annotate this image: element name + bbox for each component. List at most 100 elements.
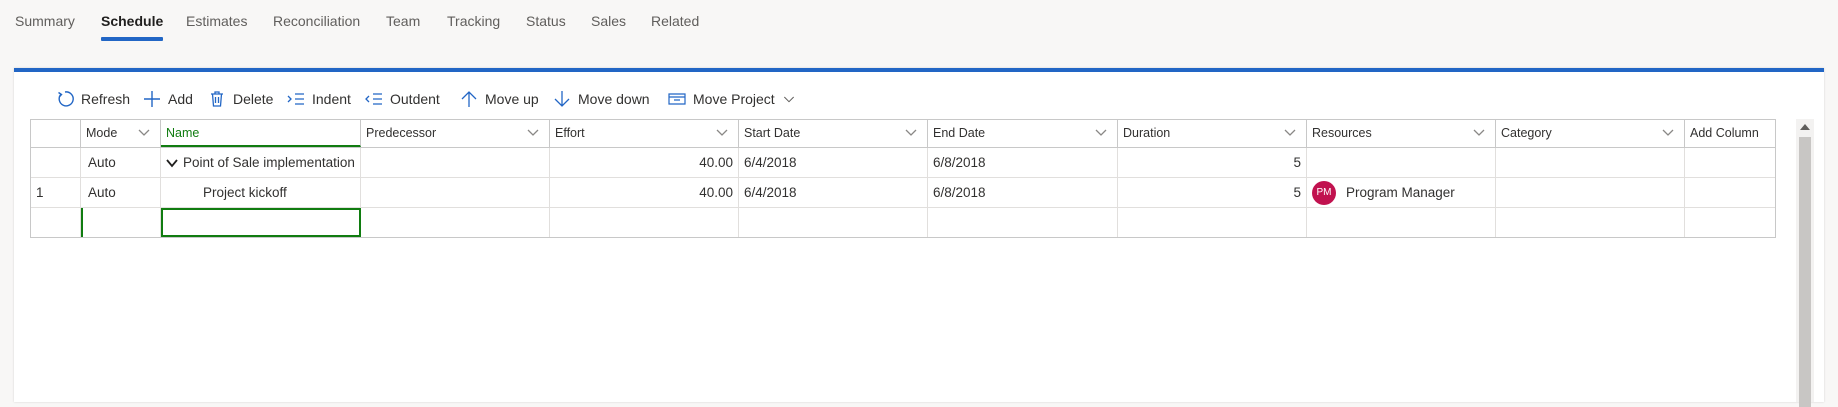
tab-tracking[interactable]: Tracking xyxy=(447,11,500,31)
arrow-up-icon xyxy=(461,91,477,107)
category-cell[interactable] xyxy=(1496,208,1685,237)
header-end-date[interactable]: End Date xyxy=(928,120,1118,147)
move-down-button[interactable]: Move down xyxy=(553,87,650,111)
chevron-down-icon[interactable] xyxy=(1473,128,1485,138)
header-end-date-label: End Date xyxy=(933,126,986,140)
row-index: 1 xyxy=(31,178,81,207)
move-up-label: Move up xyxy=(485,91,539,107)
category-cell[interactable] xyxy=(1496,148,1685,177)
refresh-button[interactable]: Refresh xyxy=(56,87,130,111)
trash-icon xyxy=(211,91,223,107)
outdent-button[interactable]: Outdent xyxy=(365,87,440,111)
outdent-label: Outdent xyxy=(390,91,440,107)
header-mode[interactable]: Mode xyxy=(81,120,161,147)
start-date-cell[interactable]: 6/4/2018 xyxy=(739,148,928,177)
header-index-cell xyxy=(31,120,81,147)
header-category-label: Category xyxy=(1501,126,1552,140)
task-name: Project kickoff xyxy=(203,185,287,200)
add-button[interactable]: Add xyxy=(143,87,193,111)
name-cell[interactable]: Point of Sale implementation xyxy=(161,148,361,177)
indent-label: Indent xyxy=(312,91,351,107)
row-index xyxy=(31,208,81,237)
task-name: Point of Sale implementation xyxy=(183,155,355,170)
tab-sales[interactable]: Sales xyxy=(591,11,626,31)
chevron-down-icon[interactable] xyxy=(716,128,728,138)
tab-estimates[interactable]: Estimates xyxy=(186,11,247,31)
move-project-button[interactable]: Move Project xyxy=(668,87,795,111)
row-index xyxy=(31,148,81,177)
grid-header-row: Mode Name Predecessor Effort Start Date … xyxy=(31,120,1775,148)
header-start-date-label: Start Date xyxy=(744,126,801,140)
duration-cell[interactable]: 5 xyxy=(1118,178,1307,207)
predecessor-cell[interactable] xyxy=(361,148,550,177)
tab-related[interactable]: Related xyxy=(651,11,699,31)
header-name[interactable]: Name xyxy=(161,120,361,147)
resources-cell[interactable]: PM Program Manager xyxy=(1307,178,1496,207)
tab-status[interactable]: Status xyxy=(526,11,566,31)
header-duration-label: Duration xyxy=(1123,126,1171,140)
schedule-grid: Mode Name Predecessor Effort Start Date … xyxy=(30,119,1776,238)
tab-summary[interactable]: Summary xyxy=(15,11,75,31)
header-predecessor[interactable]: Predecessor xyxy=(361,120,550,147)
delete-button[interactable]: Delete xyxy=(208,87,273,111)
move-down-label: Move down xyxy=(578,91,650,107)
chevron-down-icon[interactable] xyxy=(1284,128,1296,138)
effort-cell[interactable]: 40.00 xyxy=(550,178,739,207)
move-up-button[interactable]: Move up xyxy=(460,87,539,111)
indent-button[interactable]: Indent xyxy=(287,87,351,111)
chevron-down-icon[interactable] xyxy=(138,128,150,138)
new-task-name-input[interactable] xyxy=(161,208,361,237)
resource-name: Program Manager xyxy=(1346,185,1455,200)
mode-cell[interactable]: Auto xyxy=(81,148,161,177)
predecessor-cell[interactable] xyxy=(361,208,550,237)
tab-reconciliation[interactable]: Reconciliation xyxy=(273,11,360,31)
move-project-icon xyxy=(668,93,686,105)
duration-cell[interactable]: 5 xyxy=(1118,148,1307,177)
end-date-cell[interactable]: 6/8/2018 xyxy=(928,148,1118,177)
refresh-icon xyxy=(58,91,74,107)
effort-cell[interactable] xyxy=(550,208,739,237)
mode-cell[interactable] xyxy=(81,208,161,237)
header-resources-label: Resources xyxy=(1312,126,1372,140)
duration-cell[interactable] xyxy=(1118,208,1307,237)
add-column-cell xyxy=(1685,148,1773,177)
end-date-cell[interactable]: 6/8/2018 xyxy=(928,178,1118,207)
category-cell[interactable] xyxy=(1496,178,1685,207)
tab-team[interactable]: Team xyxy=(386,11,420,31)
add-column-cell xyxy=(1685,208,1773,237)
tab-schedule[interactable]: Schedule xyxy=(101,11,164,41)
header-predecessor-label: Predecessor xyxy=(366,126,437,140)
arrow-down-icon xyxy=(554,91,570,107)
header-start-date[interactable]: Start Date xyxy=(739,120,928,147)
resources-cell[interactable] xyxy=(1307,208,1496,237)
vertical-scrollbar[interactable] xyxy=(1796,119,1814,407)
chevron-down-icon[interactable] xyxy=(905,128,917,138)
table-row[interactable]: 1 Auto Project kickoff 40.00 6/4/2018 6/… xyxy=(31,178,1775,208)
chevron-down-icon[interactable] xyxy=(527,128,539,138)
header-resources[interactable]: Resources xyxy=(1307,120,1496,147)
delete-label: Delete xyxy=(233,91,274,107)
indent-icon xyxy=(287,93,304,105)
header-category[interactable]: Category xyxy=(1496,120,1685,147)
header-duration[interactable]: Duration xyxy=(1118,120,1307,147)
mode-cell[interactable]: Auto xyxy=(81,178,161,207)
table-row[interactable]: Auto Point of Sale implementation 40.00 … xyxy=(31,148,1775,178)
move-project-label: Move Project xyxy=(693,91,775,107)
scroll-up-icon[interactable] xyxy=(1800,123,1810,131)
predecessor-cell[interactable] xyxy=(361,178,550,207)
header-effort[interactable]: Effort xyxy=(550,120,739,147)
tab-bar: Summary Schedule Estimates Reconciliatio… xyxy=(0,0,1838,48)
chevron-down-icon[interactable] xyxy=(166,158,178,168)
effort-cell[interactable]: 40.00 xyxy=(550,148,739,177)
name-cell[interactable]: Project kickoff xyxy=(161,178,361,207)
end-date-cell[interactable] xyxy=(928,208,1118,237)
header-effort-label: Effort xyxy=(555,126,585,140)
new-task-row[interactable] xyxy=(31,208,1775,237)
header-add-column[interactable]: Add Column xyxy=(1685,120,1773,147)
start-date-cell[interactable]: 6/4/2018 xyxy=(739,178,928,207)
scrollbar-thumb[interactable] xyxy=(1799,137,1811,407)
start-date-cell[interactable] xyxy=(739,208,928,237)
resources-cell[interactable] xyxy=(1307,148,1496,177)
chevron-down-icon[interactable] xyxy=(1095,128,1107,138)
chevron-down-icon[interactable] xyxy=(1662,128,1674,138)
